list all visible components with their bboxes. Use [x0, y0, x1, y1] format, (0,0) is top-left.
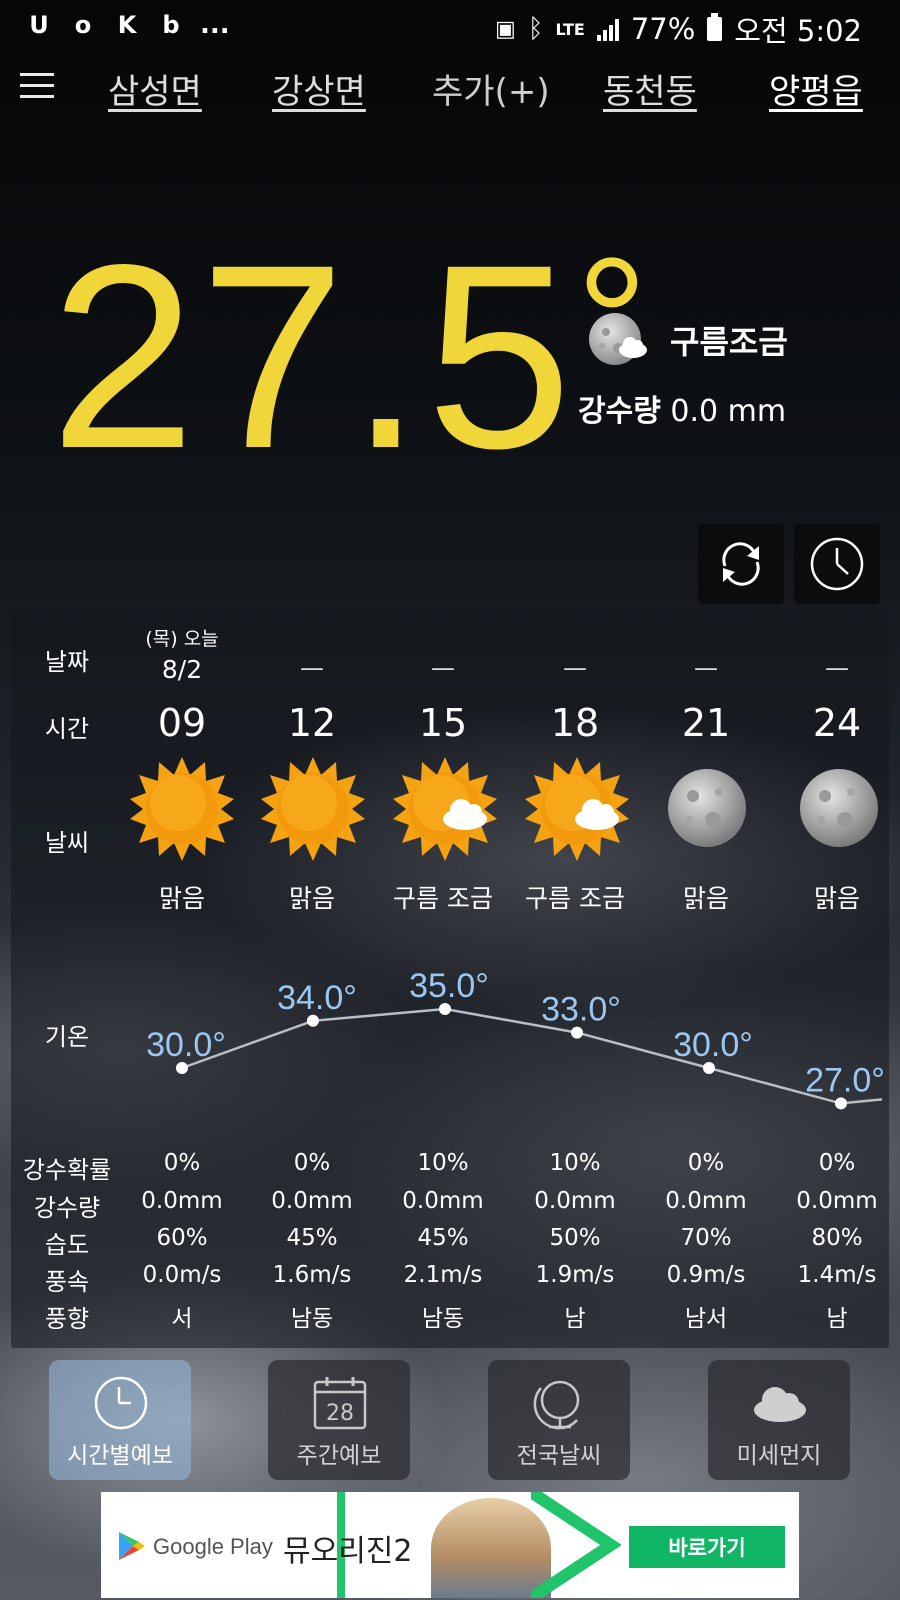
wind-speed-value: 0.0m/s — [142, 1262, 222, 1288]
humidity-value: 70% — [680, 1225, 732, 1251]
rain-amount-value: 0.0mm — [271, 1188, 353, 1214]
rain-amount-value: 0.0mm — [141, 1188, 223, 1214]
nav-label: 전국날씨 — [516, 1443, 602, 1469]
wind-speed-value: 2.1m/s — [403, 1262, 483, 1288]
nav-label: 주간예보 — [296, 1443, 382, 1469]
ad-arrow-shape — [531, 1492, 621, 1598]
ad-banner[interactable]: Google Play 뮤오리진2 바로가기 — [101, 1492, 799, 1598]
wind-dir-value: 남동 — [290, 1306, 334, 1332]
temperature-label: 30.0° — [146, 1026, 226, 1064]
temperature-label: 35.0° — [409, 967, 489, 1005]
rain-prob-value: 10% — [417, 1150, 469, 1176]
cloud-icon — [754, 1387, 806, 1422]
wind-dir-value: 서 — [171, 1306, 193, 1332]
humidity-value: 45% — [417, 1225, 469, 1251]
rain-prob-value: 0% — [687, 1150, 725, 1176]
nav-label: 미세먼지 — [736, 1443, 822, 1469]
ad-store-label: Google Play — [153, 1534, 273, 1559]
hourly-forecast-button[interactable]: 시간별예보 — [49, 1360, 191, 1480]
wind-dir-value: 남 — [564, 1306, 586, 1332]
globe-icon — [533, 1380, 580, 1430]
temperature-label: 30.0° — [673, 1026, 753, 1064]
rain-prob-value: 0% — [293, 1150, 331, 1176]
fine-dust-button[interactable]: 미세먼지 — [708, 1360, 850, 1480]
humidity-value: 60% — [156, 1225, 208, 1251]
rain-amount-value: 0.0mm — [402, 1188, 484, 1214]
humidity-value: 80% — [811, 1225, 863, 1251]
temperature-label: 27.0° — [805, 1061, 885, 1099]
wind-dir-value: 남동 — [421, 1306, 465, 1332]
wind-dir-value: 남서 — [684, 1306, 728, 1332]
wind-speed-value: 1.9m/s — [535, 1262, 615, 1288]
wind-speed-value: 1.6m/s — [272, 1262, 352, 1288]
wind-speed-value: 0.9m/s — [666, 1262, 746, 1288]
temperature-label: 34.0° — [277, 979, 357, 1017]
ad-cta-button[interactable]: 바로가기 — [629, 1526, 785, 1568]
clock-icon — [94, 1376, 148, 1430]
google-play-icon — [119, 1532, 145, 1560]
temperature-line — [181, 1007, 883, 1105]
humidity-value: 45% — [286, 1225, 338, 1251]
wind-dir-value: 남 — [826, 1306, 848, 1332]
wind-speed-value: 1.4m/s — [797, 1262, 877, 1288]
rain-prob-value: 0% — [163, 1150, 201, 1176]
weekly-forecast-button[interactable]: 28 주간예보 — [268, 1360, 410, 1480]
calendar-day: 28 — [326, 1401, 354, 1426]
national-weather-button[interactable]: 전국날씨 — [488, 1360, 630, 1480]
calendar-icon: 28 — [313, 1377, 367, 1430]
rain-amount-value: 0.0mm — [796, 1188, 878, 1214]
rain-amount-value: 0.0mm — [665, 1188, 747, 1214]
rain-prob-value: 0% — [818, 1150, 856, 1176]
ad-title: 뮤오리진2 — [283, 1534, 413, 1569]
nav-label: 시간별예보 — [67, 1443, 173, 1469]
rain-amount-value: 0.0mm — [534, 1188, 616, 1214]
humidity-value: 50% — [549, 1225, 601, 1251]
rain-prob-value: 10% — [549, 1150, 601, 1176]
temperature-label: 33.0° — [541, 991, 621, 1029]
